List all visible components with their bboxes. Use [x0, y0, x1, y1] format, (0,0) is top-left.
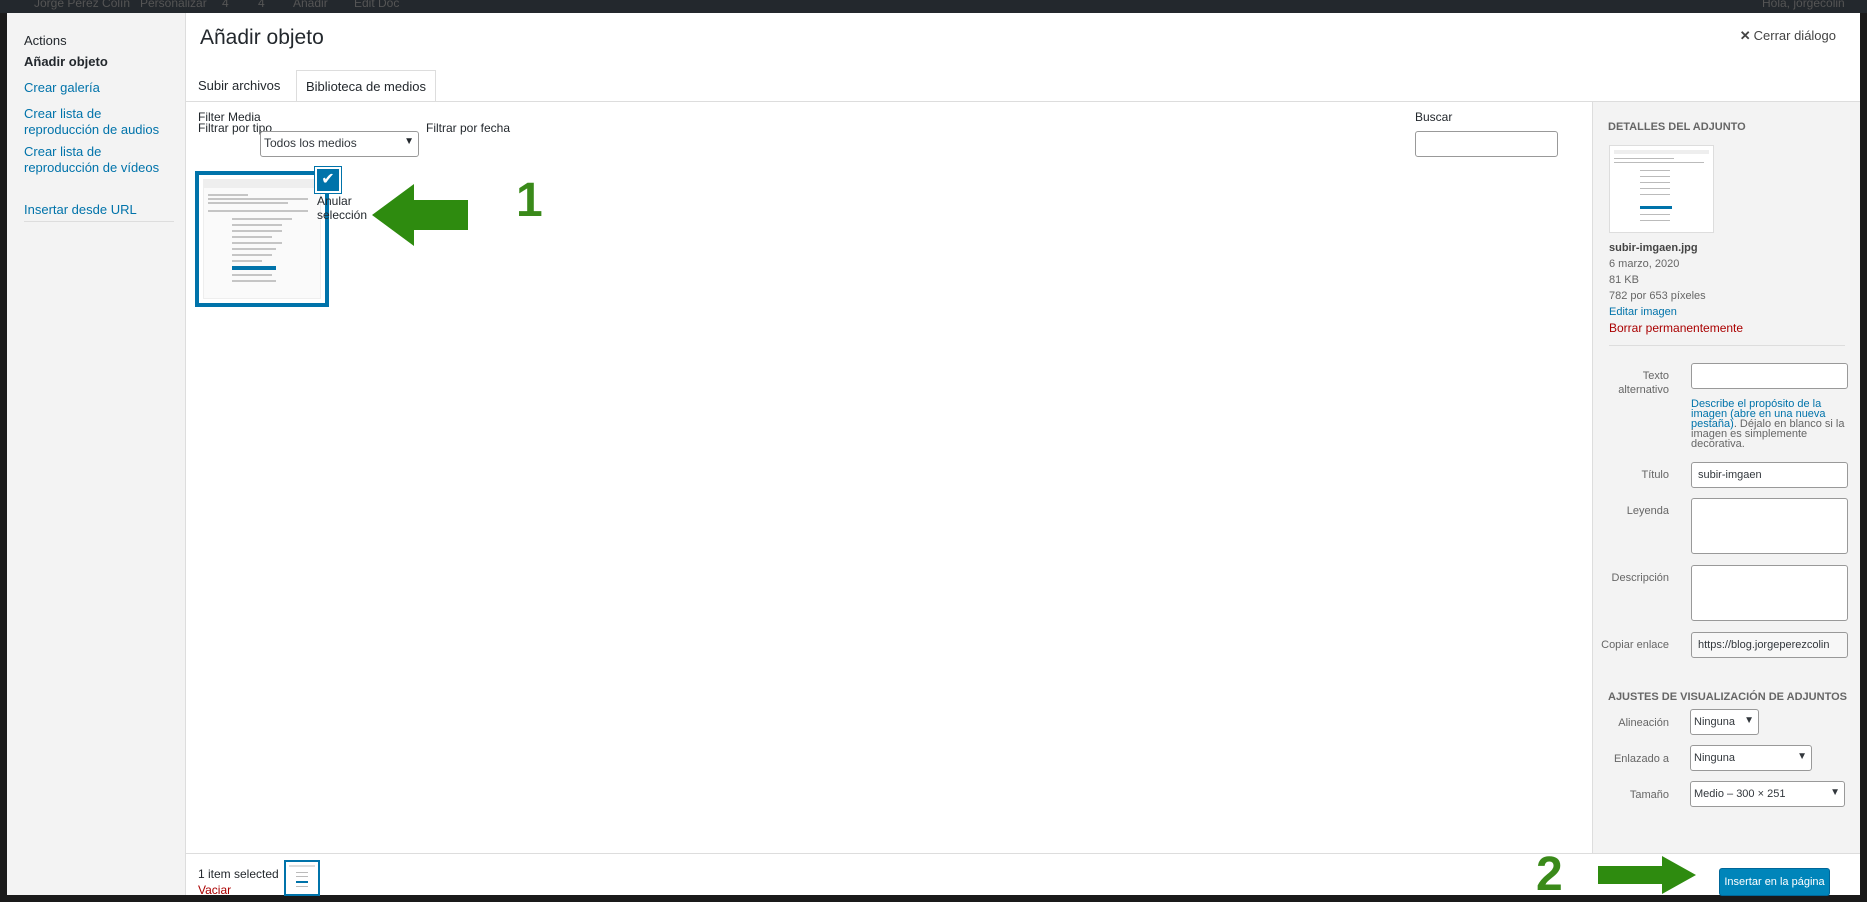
insert-into-page-button[interactable]: Insertar en la página [1719, 868, 1830, 896]
alt-text-input[interactable] [1691, 363, 1848, 389]
router-tabs: Subir archivos Biblioteca de medios [186, 58, 1860, 102]
dialog-title: Añadir objeto [200, 26, 324, 49]
attachment-thumbnail[interactable] [195, 171, 329, 307]
filter-type-value: Todos los medios [264, 136, 357, 150]
alignment-select[interactable]: Ninguna ▼ [1690, 709, 1759, 735]
selection-thumbnail[interactable] [284, 860, 320, 896]
details-divider [1609, 345, 1845, 346]
alt-text-label: Texto alternativo [1618, 370, 1669, 396]
description-textarea[interactable] [1691, 565, 1848, 621]
close-icon: ✕ [1739, 28, 1751, 43]
chevron-down-icon: ▼ [1830, 787, 1840, 798]
edit-image-link[interactable]: Editar imagen [1609, 306, 1677, 318]
delete-permanently-link[interactable]: Borrar permanentemente [1609, 321, 1743, 335]
display-settings-heading: Ajustes de visualización de adjuntos [1608, 691, 1847, 703]
link-to-select[interactable]: Ninguna ▼ [1690, 745, 1812, 771]
size-select[interactable]: Medio – 300 × 251 ▼ [1690, 781, 1845, 807]
chevron-down-icon: ▼ [1744, 715, 1754, 726]
tab-media-library[interactable]: Biblioteca de medios [296, 70, 436, 102]
chevron-down-icon: ▼ [404, 136, 414, 147]
chevron-down-icon: ▼ [1797, 751, 1807, 762]
menu-item-create-gallery[interactable]: Crear galería [24, 80, 174, 96]
selection-count: 1 item selected [198, 867, 279, 881]
caption-textarea[interactable] [1691, 498, 1848, 554]
annotation-step-2: 2 [1536, 848, 1563, 901]
checkmark-icon: ✔ [321, 171, 335, 188]
details-dimensions: 782 por 653 píxeles [1609, 290, 1706, 302]
menu-separator [24, 221, 174, 222]
menu-item-create-video-playlist[interactable]: Crear lista de reproducción de vídeos [24, 144, 174, 176]
admin-comments-count: 4 [258, 0, 265, 10]
attachment-preview-image [203, 179, 321, 299]
deselect-label: Anular selección [317, 194, 368, 222]
admin-greeting: Hola, jorgecolin [1762, 0, 1845, 10]
menu-item-add-object[interactable]: Añadir objeto [24, 54, 174, 70]
title-label: Título [1641, 469, 1669, 481]
menu-heading: Actions [24, 33, 67, 48]
admin-site-name: Jorge Pérez Colín [34, 0, 131, 10]
deselect-checkmark-button[interactable]: ✔ [315, 167, 341, 193]
copy-link-input[interactable]: https://blog.jorgeperezcolin [1691, 632, 1848, 658]
filter-date-label: Filtrar por fecha [426, 121, 511, 135]
attachment-details-sidebar: Detalles del adjunto subir-imgaen.jpg 6 … [1592, 102, 1860, 853]
tab-upload-files[interactable]: Subir archivos [189, 70, 289, 102]
filter-type-select[interactable]: Todos los medios ▼ [260, 131, 419, 157]
annotation-step-1: 1 [516, 174, 543, 227]
media-library-content: Filter Media Filtrar por tipo Todos los … [186, 102, 1592, 853]
admin-edit-doc: Edit Doc [354, 0, 400, 10]
admin-customize: Personalizar [140, 0, 207, 10]
caption-label: Leyenda [1626, 505, 1669, 517]
size-value: Medio – 300 × 251 [1694, 788, 1786, 800]
admin-new: Añadir [293, 0, 328, 10]
details-date: 6 marzo, 2020 [1609, 258, 1680, 270]
alt-text-help: Describe el propósito de la imagen (abre… [1691, 398, 1845, 450]
link-to-value: Ninguna [1694, 752, 1735, 764]
title-input[interactable]: subir-imgaen [1691, 462, 1848, 488]
details-filename: subir-imgaen.jpg [1609, 242, 1698, 254]
menu-item-insert-from-url[interactable]: Insertar desde URL [24, 202, 174, 218]
close-dialog-label: Cerrar diálogo [1753, 28, 1836, 43]
close-dialog-button[interactable]: ✕ Cerrar diálogo [1740, 28, 1836, 44]
description-label: Descripción [1611, 572, 1669, 584]
search-label: Buscar [1415, 110, 1453, 124]
media-menu: Actions Añadir objeto Crear galería Crea… [7, 13, 186, 895]
details-thumbnail [1609, 145, 1714, 233]
admin-bar: Jorge Pérez Colín Personalizar 4 4 Añadi… [0, 0, 1867, 13]
menu-item-create-audio-playlist[interactable]: Crear lista de reproducción de audios [24, 106, 174, 138]
details-heading: Detalles del adjunto [1608, 121, 1746, 133]
alignment-value: Ninguna [1694, 716, 1735, 728]
search-input[interactable] [1415, 131, 1558, 157]
alignment-label: Alineación [1618, 717, 1669, 729]
size-label: Tamaño [1629, 789, 1669, 801]
admin-updates-count: 4 [222, 0, 229, 10]
media-modal: Actions Añadir objeto Crear galería Crea… [7, 13, 1860, 901]
copy-link-label: Copiar enlace [1601, 639, 1669, 651]
details-filesize: 81 KB [1609, 274, 1639, 286]
link-to-label: Enlazado a [1613, 753, 1669, 765]
annotation-arrow-left-icon [372, 184, 468, 246]
annotation-arrow-right-icon [1598, 856, 1696, 894]
